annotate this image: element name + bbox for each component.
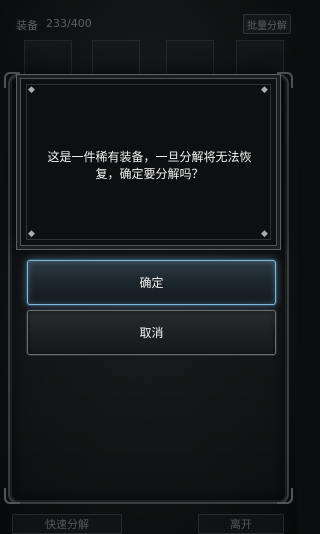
inventory-count: 233/400 <box>46 17 92 30</box>
diamond-icon: ◆ <box>261 229 268 239</box>
inventory-header: 装备 233/400 批量分解 <box>0 14 297 36</box>
diamond-icon: ◆ <box>28 229 35 239</box>
dialog-message: 这是一件稀有装备，一旦分解将无法恢复，确定要分解吗？ <box>47 150 252 181</box>
confirm-button[interactable]: 确定 <box>27 260 276 305</box>
frame-corner-ornament <box>4 488 20 504</box>
diamond-icon: ◆ <box>28 85 35 95</box>
leave-button[interactable]: 离开 <box>198 514 284 534</box>
frame-corner-ornament <box>277 72 293 88</box>
batch-decompose-button[interactable]: 批量分解 <box>243 14 291 34</box>
frame-corner-ornament <box>4 72 20 88</box>
frame-corner-ornament <box>277 488 293 504</box>
inventory-label: 装备 <box>16 19 38 32</box>
quick-decompose-button[interactable]: 快速分解 <box>12 514 122 534</box>
game-screen: 装备 233/400 批量分解 快速分解 离开 ◆ ◆ ◆ ◆ 这是一件稀有装备… <box>0 0 297 534</box>
cancel-button[interactable]: 取消 <box>27 310 276 355</box>
diamond-icon: ◆ <box>261 85 268 95</box>
confirm-dialog: ◆ ◆ ◆ ◆ 这是一件稀有装备，一旦分解将无法恢复，确定要分解吗？ <box>20 78 277 246</box>
